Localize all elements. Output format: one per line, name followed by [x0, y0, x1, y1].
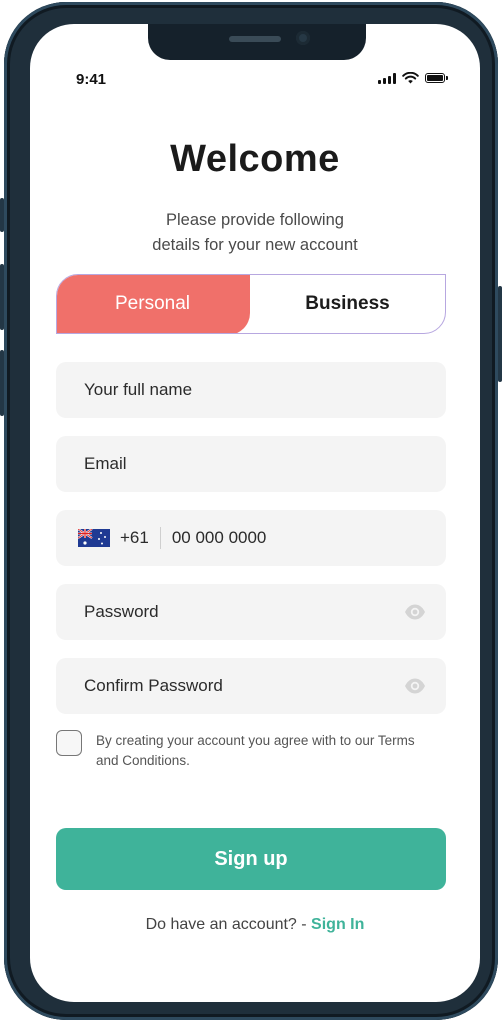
phone-divider — [159, 527, 161, 549]
email-input[interactable]: Email — [56, 436, 446, 492]
wifi-icon — [402, 72, 419, 84]
confirm-password-input[interactable]: Confirm Password — [56, 658, 446, 714]
sign-in-link[interactable]: Sign In — [311, 916, 364, 933]
subtitle-line-2: details for your new account — [152, 236, 358, 254]
battery-tip — [446, 76, 448, 80]
front-camera — [296, 31, 310, 45]
sign-in-prompt: Do have an account? - — [145, 916, 312, 933]
sign-up-button[interactable]: Sign up — [56, 828, 446, 890]
page-subtitle: Please provide following details for you… — [90, 208, 420, 258]
power-button — [498, 286, 502, 382]
phone-input[interactable]: +61 00 000 0000 — [56, 510, 446, 566]
page-title: Welcome — [170, 138, 340, 180]
eye-icon[interactable] — [404, 677, 426, 695]
speaker — [229, 36, 281, 42]
phone-frame: 9:41 Welcome Please provide following de… — [0, 2, 502, 1020]
volume-down-button — [0, 350, 4, 416]
cellular-signal-icon — [378, 72, 396, 84]
terms-text: By creating your account you agree with … — [96, 733, 415, 768]
battery-icon — [425, 73, 445, 83]
status-time: 9:41 — [76, 71, 107, 88]
full-name-input[interactable]: Your full name — [56, 362, 446, 418]
country-code: +61 — [120, 528, 149, 547]
tab-business[interactable]: Business — [250, 275, 445, 333]
tab-personal[interactable]: Personal — [57, 275, 250, 333]
status-icons — [378, 72, 448, 84]
notch — [148, 24, 366, 60]
password-placeholder: Password — [84, 602, 159, 621]
sign-in-row: Do have an account? - Sign In — [30, 916, 480, 934]
subtitle-line-1: Please provide following — [166, 211, 344, 229]
screen: 9:41 Welcome Please provide following de… — [30, 24, 480, 1002]
side-button — [0, 198, 4, 232]
eye-icon[interactable] — [404, 603, 426, 621]
terms-checkbox[interactable] — [56, 730, 82, 756]
australia-flag-icon — [78, 529, 110, 547]
phone-placeholder: 00 000 0000 — [171, 528, 267, 547]
password-input[interactable]: Password — [56, 584, 446, 640]
volume-up-button — [0, 264, 4, 330]
account-type-tabs: Personal Business — [56, 274, 446, 334]
confirm-password-placeholder: Confirm Password — [84, 676, 223, 695]
